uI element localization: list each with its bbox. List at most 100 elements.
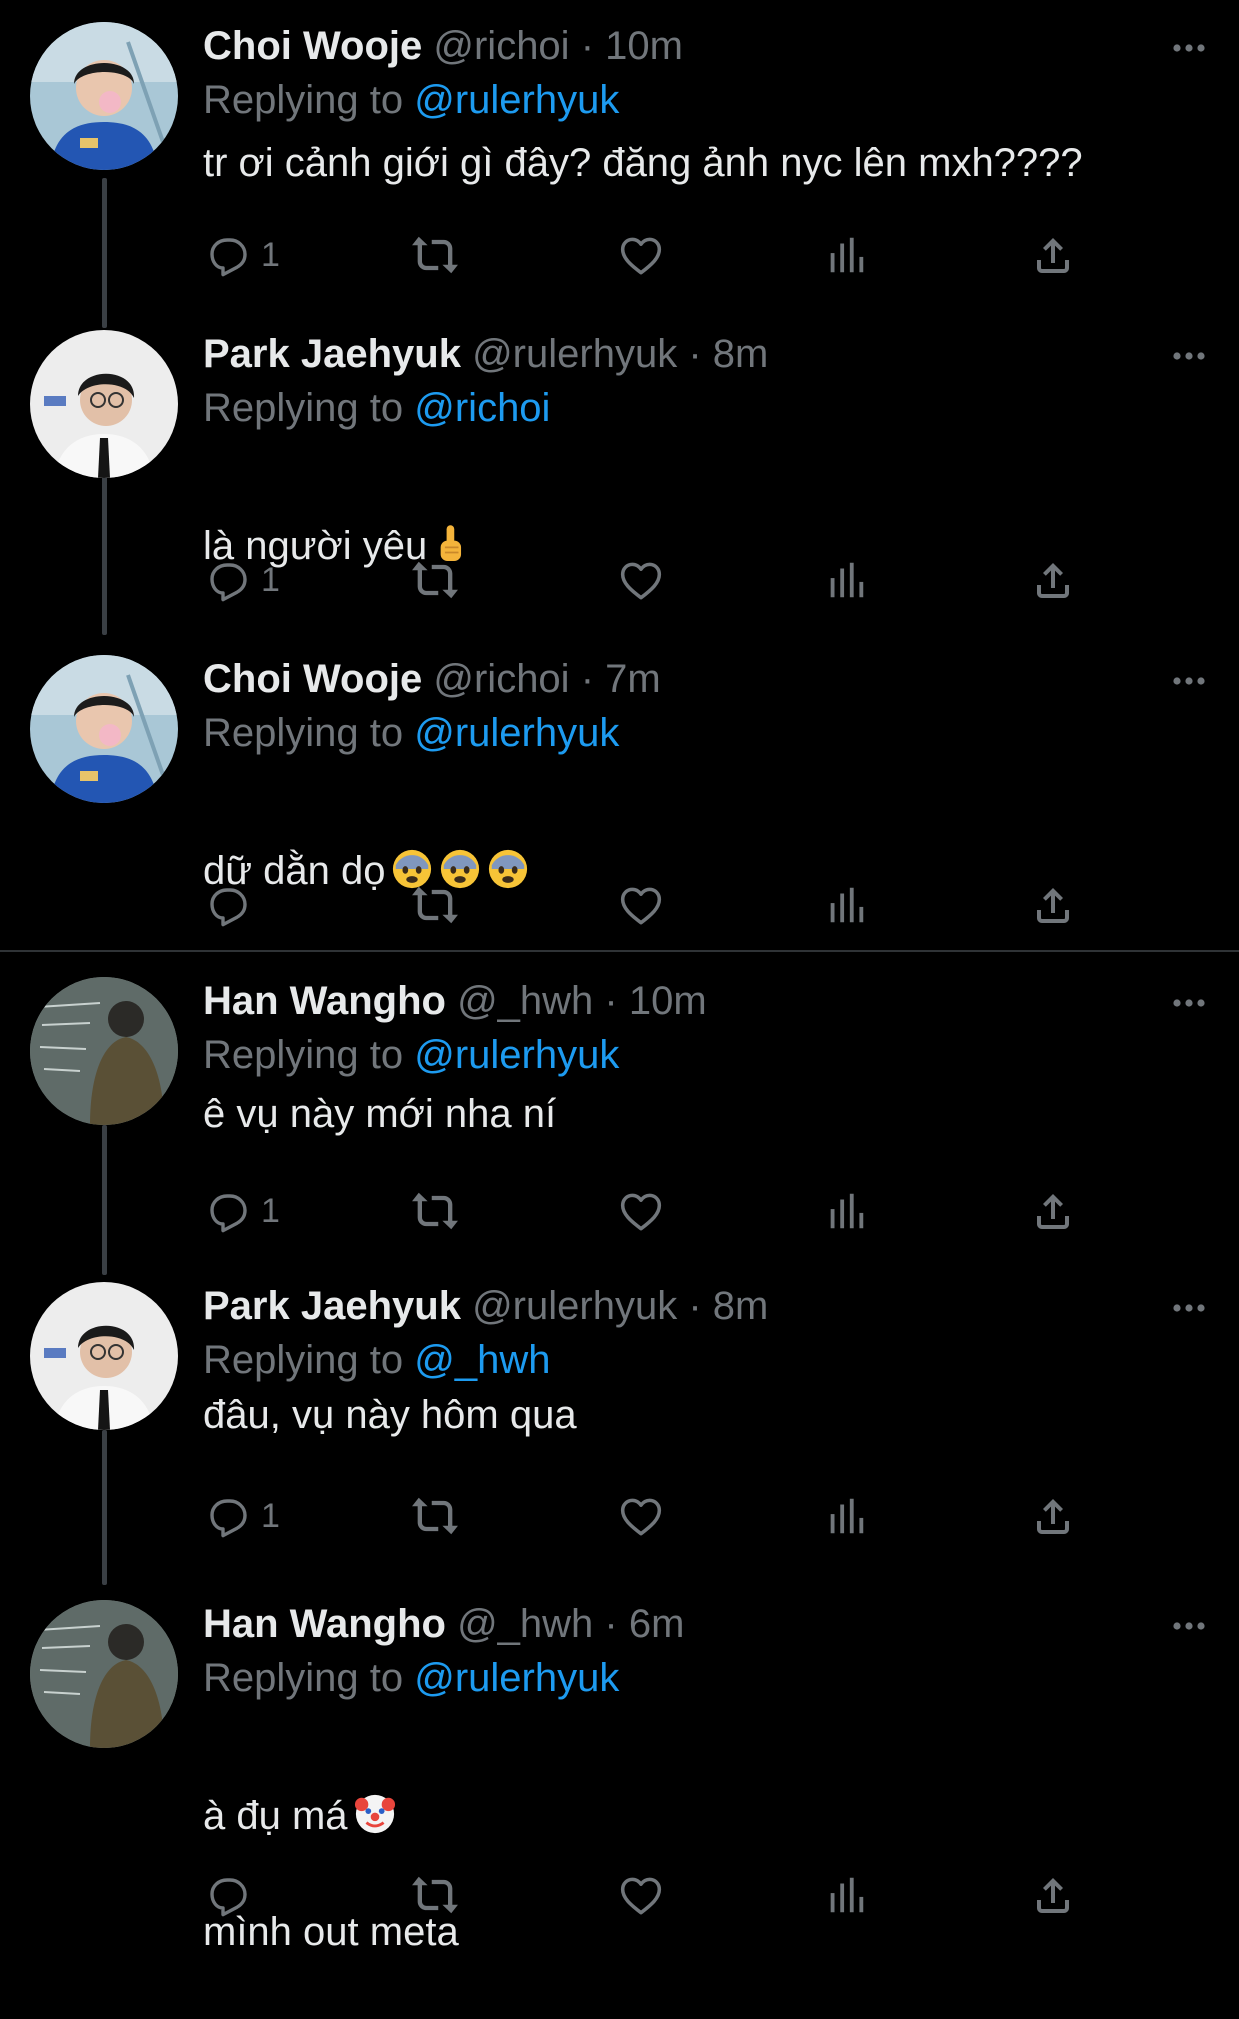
display-name[interactable]: Han Wangho: [203, 1602, 446, 1646]
avatar[interactable]: [30, 655, 178, 803]
mention-link[interactable]: @rulerhyuk: [414, 711, 619, 755]
display-name[interactable]: Park Jaehyuk: [203, 332, 461, 376]
replying-to-label: Replying to: [203, 1656, 404, 1700]
tweet-card[interactable]: Park Jaehyuk @rulerhyuk · 8m Replying to…: [0, 300, 1239, 635]
heart-outline-icon: [616, 230, 666, 280]
more-options-icon[interactable]: [1169, 1616, 1209, 1636]
username-handle[interactable]: @rulerhyuk: [472, 332, 677, 376]
timestamp[interactable]: 8m: [713, 1284, 769, 1328]
reply-button[interactable]: [203, 880, 261, 930]
mention-link[interactable]: @richoi: [414, 386, 550, 430]
more-options-icon[interactable]: [1169, 346, 1209, 366]
retweet-button[interactable]: [409, 230, 461, 280]
tweet-card[interactable]: Choi Wooje @richoi · 7m Replying to @rul…: [0, 625, 1239, 950]
username-handle[interactable]: @rulerhyuk: [472, 1284, 677, 1328]
views-button[interactable]: [823, 230, 869, 280]
tweet-text: đâu, vụ này hôm qua: [203, 1393, 577, 1437]
mention-link[interactable]: @rulerhyuk: [414, 1033, 619, 1077]
avatar[interactable]: [30, 1282, 178, 1430]
thread-2: Han Wangho @_hwh · 10m Replying to @rule…: [0, 955, 1239, 1954]
avatar[interactable]: [30, 977, 178, 1125]
display-name[interactable]: Han Wangho: [203, 979, 446, 1023]
tweet-header: Han Wangho @_hwh · 6m: [203, 1600, 1209, 1648]
heart-outline-icon: [616, 1870, 666, 1920]
more-options-icon[interactable]: [1169, 671, 1209, 691]
retweet-button[interactable]: [409, 1870, 461, 1920]
tweet-header: Choi Wooje @richoi · 7m: [203, 655, 1209, 703]
avatar[interactable]: [30, 330, 178, 478]
retweet-button[interactable]: [409, 555, 461, 605]
tweet-card[interactable]: Choi Wooje @richoi · 10m Replying to @ru…: [0, 0, 1239, 328]
reply-button[interactable]: 1: [203, 555, 280, 605]
more-options-icon[interactable]: [1169, 993, 1209, 1013]
replying-to-label: Replying to: [203, 1338, 404, 1382]
views-button[interactable]: [823, 1491, 869, 1541]
like-button[interactable]: [616, 230, 666, 280]
speech-bubble-icon: [203, 881, 251, 929]
replying-to: Replying to @_hwh: [203, 1335, 1209, 1385]
display-name[interactable]: Choi Wooje: [203, 24, 422, 68]
username-handle[interactable]: @richoi: [433, 657, 569, 701]
display-name[interactable]: Choi Wooje: [203, 657, 422, 701]
replying-to: Replying to @rulerhyuk: [203, 1030, 1209, 1080]
timestamp[interactable]: 7m: [605, 657, 661, 701]
views-button[interactable]: [823, 1870, 869, 1920]
more-options-icon[interactable]: [1169, 1298, 1209, 1318]
replying-to: Replying to @rulerhyuk: [203, 75, 1209, 125]
retweet-arrows-icon: [409, 1185, 461, 1237]
views-button[interactable]: [823, 880, 869, 930]
avatar[interactable]: [30, 1600, 178, 1748]
reply-button[interactable]: 1: [203, 1491, 280, 1541]
share-button[interactable]: [1029, 230, 1077, 280]
username-handle[interactable]: @_hwh: [457, 1602, 593, 1646]
like-button[interactable]: [616, 880, 666, 930]
share-button[interactable]: [1029, 1186, 1077, 1236]
retweet-arrows-icon: [409, 1869, 461, 1921]
like-button[interactable]: [616, 555, 666, 605]
timestamp[interactable]: 10m: [629, 979, 707, 1023]
timestamp[interactable]: 6m: [629, 1602, 685, 1646]
separator-dot: ·: [604, 1602, 618, 1646]
retweet-arrows-icon: [409, 1490, 461, 1542]
like-button[interactable]: [616, 1870, 666, 1920]
share-upload-icon: [1029, 231, 1077, 279]
mention-link[interactable]: @_hwh: [414, 1338, 550, 1382]
like-button[interactable]: [616, 1491, 666, 1541]
replying-to: Replying to @rulerhyuk: [203, 708, 1209, 758]
separator-dot: ·: [604, 979, 618, 1023]
tweet-card[interactable]: Park Jaehyuk @rulerhyuk · 8m Replying to…: [0, 1260, 1239, 1585]
replying-to-label: Replying to: [203, 711, 404, 755]
retweet-button[interactable]: [409, 1186, 461, 1236]
username-handle[interactable]: @_hwh: [457, 979, 593, 1023]
timestamp[interactable]: 10m: [605, 24, 683, 68]
retweet-button[interactable]: [409, 1491, 461, 1541]
tweet-header: Park Jaehyuk @rulerhyuk · 8m: [203, 1282, 1209, 1330]
share-button[interactable]: [1029, 1491, 1077, 1541]
retweet-button[interactable]: [409, 880, 461, 930]
mention-link[interactable]: @rulerhyuk: [414, 1656, 619, 1700]
views-button[interactable]: [823, 1186, 869, 1236]
replying-to-label: Replying to: [203, 386, 404, 430]
mention-link[interactable]: @rulerhyuk: [414, 78, 619, 122]
bar-chart-icon: [823, 882, 869, 928]
tweet-actions: 1: [203, 555, 1103, 605]
reply-button[interactable]: 1: [203, 230, 280, 280]
share-button[interactable]: [1029, 555, 1077, 605]
tweet-card[interactable]: Han Wangho @_hwh · 10m Replying to @rule…: [0, 955, 1239, 1275]
tweet-card[interactable]: Han Wangho @_hwh · 6m Replying to @ruler…: [0, 1565, 1239, 1954]
speech-bubble-icon: [203, 1492, 251, 1540]
avatar[interactable]: [30, 22, 178, 170]
like-button[interactable]: [616, 1186, 666, 1236]
thread-connector: [102, 1430, 107, 1585]
share-button[interactable]: [1029, 1870, 1077, 1920]
username-handle[interactable]: @richoi: [433, 24, 569, 68]
display-name[interactable]: Park Jaehyuk: [203, 1284, 461, 1328]
timestamp[interactable]: 8m: [713, 332, 769, 376]
bar-chart-icon: [823, 557, 869, 603]
reply-button[interactable]: [203, 1870, 261, 1920]
share-button[interactable]: [1029, 880, 1077, 930]
replying-to: Replying to @richoi: [203, 383, 1209, 433]
reply-button[interactable]: 1: [203, 1186, 280, 1236]
more-options-icon[interactable]: [1169, 38, 1209, 58]
views-button[interactable]: [823, 555, 869, 605]
